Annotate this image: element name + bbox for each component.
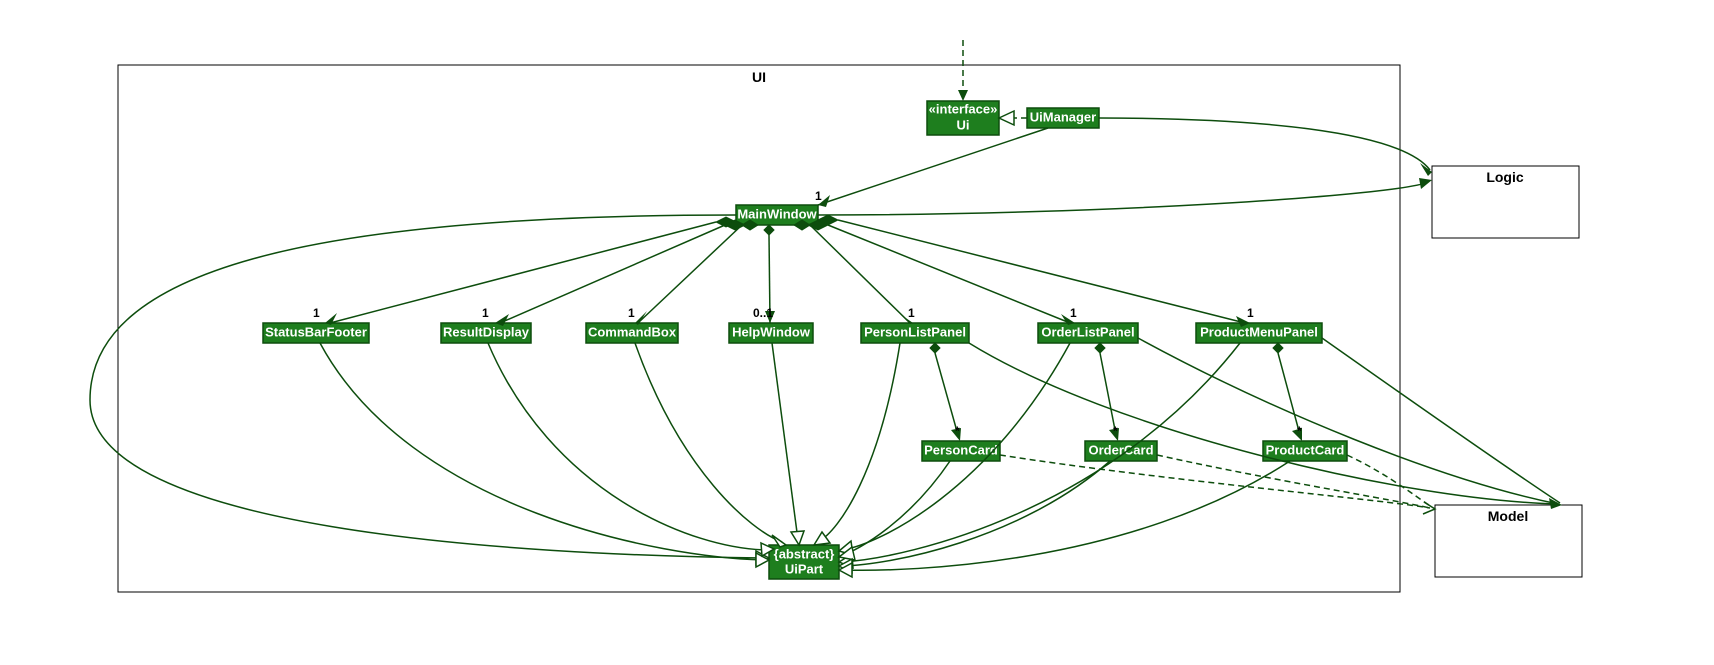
arrow-mainwindow-logic [1419, 178, 1432, 189]
mult-plp: 1 [908, 306, 915, 320]
class-personcard: PersonCard [922, 441, 1000, 461]
mult-mainwindow: 1 [815, 189, 822, 203]
svg-text:ProductCard: ProductCard [1266, 442, 1345, 457]
svg-text:UiPart: UiPart [785, 561, 824, 576]
mult-oc: * [1113, 424, 1118, 438]
class-productmenupanel: ProductMenuPanel [1196, 323, 1322, 343]
svg-text:{abstract}: {abstract} [774, 546, 835, 561]
mult-olp: 1 [1070, 306, 1077, 320]
class-resultdisplay: ResultDisplay [441, 323, 531, 343]
class-helpwindow: HelpWindow [729, 323, 813, 343]
class-personlistpanel: PersonListPanel [861, 323, 969, 343]
class-ordercard: OrderCard [1085, 441, 1157, 461]
mult-rd: 1 [482, 306, 489, 320]
mult-sbf: 1 [313, 306, 320, 320]
class-commandbox: CommandBox [586, 323, 678, 343]
mult-pmp: 1 [1247, 306, 1254, 320]
svg-text:OrderListPanel: OrderListPanel [1041, 324, 1134, 339]
svg-text:CommandBox: CommandBox [588, 324, 677, 339]
class-ui: «interface» Ui [927, 101, 999, 135]
svg-text:ResultDisplay: ResultDisplay [443, 324, 530, 339]
mult-hw: 0..1 [753, 306, 773, 320]
package-ui-label: UI [752, 69, 766, 85]
class-orderlistpanel: OrderListPanel [1038, 323, 1138, 343]
svg-text:HelpWindow: HelpWindow [732, 324, 811, 339]
package-model-label: Model [1488, 508, 1528, 524]
svg-text:PersonCard: PersonCard [924, 442, 998, 457]
mult-cb: 1 [628, 306, 635, 320]
svg-text:StatusBarFooter: StatusBarFooter [265, 324, 367, 339]
mult-prc: * [1297, 424, 1302, 438]
svg-text:MainWindow: MainWindow [737, 206, 817, 221]
class-uimanager: UiManager [1027, 108, 1099, 128]
svg-text:Ui: Ui [957, 117, 970, 132]
class-productcard: ProductCard [1263, 441, 1347, 461]
package-logic-label: Logic [1486, 169, 1524, 185]
mult-pc: * [955, 424, 960, 438]
class-uipart: {abstract} UiPart [769, 545, 839, 579]
uml-diagram: UI Logic Model «interface» Ui UiManager … [10, 10, 1714, 655]
class-statusbarfooter: StatusBarFooter [263, 323, 369, 343]
svg-text:PersonListPanel: PersonListPanel [864, 324, 966, 339]
svg-text:«interface»: «interface» [929, 101, 998, 116]
svg-text:ProductMenuPanel: ProductMenuPanel [1200, 324, 1318, 339]
svg-text:UiManager: UiManager [1030, 109, 1096, 124]
